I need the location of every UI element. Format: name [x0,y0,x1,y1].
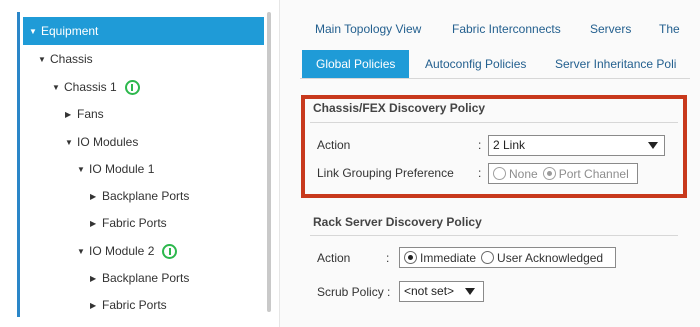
tree-item-label: Backplane Ports [102,189,190,203]
rack-action-label: Action [317,251,351,265]
tree-item-label: IO Module 2 [89,244,155,258]
tree-item-backplane-ports-2[interactable]: ▶ Backplane Ports [90,265,189,291]
tree-item-label: Fabric Ports [102,216,167,230]
caret-right-icon[interactable]: ▶ [65,110,77,119]
tree-item-label: Fabric Ports [102,298,167,312]
tree-item-io-module-1[interactable]: ▼ IO Module 1 [77,156,154,182]
tab-global-policies[interactable]: Global Policies [302,50,410,78]
highlight-box [301,95,687,198]
tree-item-label: IO Modules [77,135,139,149]
caret-down-icon[interactable]: ▼ [52,83,64,92]
dropdown-arrow-icon [465,288,475,295]
caret-right-icon[interactable]: ▶ [90,192,102,201]
scrub-policy-select[interactable]: <not set> [399,281,484,302]
caret-down-icon[interactable]: ▼ [29,27,41,36]
rack-action-radio-group: Immediate User Acknowledged [399,247,616,268]
tab-truncated[interactable]: The [659,22,680,36]
caret-right-icon[interactable]: ▶ [90,274,102,283]
colon: : [386,251,390,265]
tree-scrollbar[interactable] [267,12,271,312]
tab-autoconfig-policies[interactable]: Autoconfig Policies [425,50,526,78]
caret-down-icon[interactable]: ▼ [65,138,77,147]
tree-item-label: IO Module 1 [89,162,155,176]
radio-immediate[interactable] [404,251,417,264]
tab-fabric-interconnects[interactable]: Fabric Interconnects [452,22,561,36]
tree-item-fabric-ports-2[interactable]: ▶ Fabric Ports [90,292,167,318]
tree-item-chassis-1[interactable]: ▼ Chassis 1 [52,74,140,100]
tree-item-backplane-ports-1[interactable]: ▶ Backplane Ports [90,183,189,209]
radio-immediate-label: Immediate [420,250,477,265]
radio-user-acknowledged[interactable] [481,251,495,264]
tree-item-io-modules[interactable]: ▼ IO Modules [65,129,138,155]
status-ok-icon [162,243,178,259]
tab-servers[interactable]: Servers [590,22,631,36]
caret-down-icon[interactable]: ▼ [38,55,50,64]
tree-item-fabric-ports-1[interactable]: ▶ Fabric Ports [90,210,167,236]
tree-item-fans[interactable]: ▶ Fans [65,101,104,127]
scrub-policy-value: <not set> [404,284,455,298]
tree-item-chassis[interactable]: ▼ Chassis [38,46,93,72]
radio-user-acknowledged-label: User Acknowledged [497,250,604,265]
tree-item-equipment[interactable]: ▼ Equipment [23,17,264,45]
caret-down-icon[interactable]: ▼ [77,165,89,174]
rack-discovery-policy-title: Rack Server Discovery Policy [313,215,482,229]
tree-item-label: Chassis [50,52,93,66]
tab-main-topology-view[interactable]: Main Topology View [315,22,421,36]
status-ok-icon [124,79,140,95]
caret-right-icon[interactable]: ▶ [90,219,102,228]
caret-down-icon[interactable]: ▼ [77,247,89,256]
tree-item-label: Fans [77,107,104,121]
tree-left-border [17,12,20,317]
tab-server-inheritance-policies[interactable]: Server Inheritance Poli [555,50,688,78]
tree-item-io-module-2[interactable]: ▼ IO Module 2 [77,238,178,264]
tree-item-label: Chassis 1 [64,80,117,94]
tree-item-label: Equipment [41,24,99,38]
tree-item-label: Backplane Ports [102,271,190,285]
section-divider [310,235,678,236]
scrub-policy-label: Scrub Policy : [317,285,391,299]
caret-right-icon[interactable]: ▶ [90,301,102,310]
